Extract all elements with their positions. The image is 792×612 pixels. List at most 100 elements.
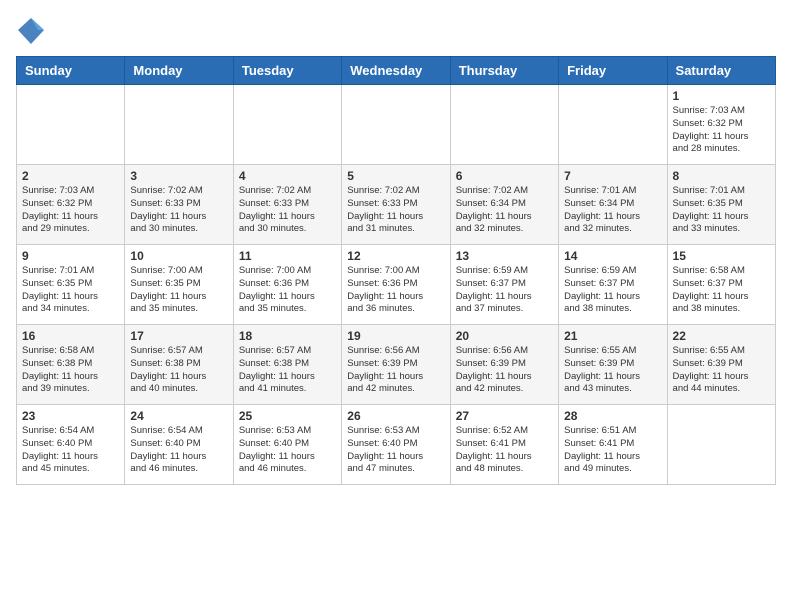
day-number: 24 [130,409,227,423]
day-info: Sunrise: 6:59 AM Sunset: 6:37 PM Dayligh… [564,265,661,316]
day-number: 14 [564,249,661,263]
day-info: Sunrise: 6:51 AM Sunset: 6:41 PM Dayligh… [564,425,661,476]
calendar-cell: 27Sunrise: 6:52 AM Sunset: 6:41 PM Dayli… [450,405,558,485]
calendar-cell [233,85,341,165]
day-number: 6 [456,169,553,183]
calendar-cell: 22 Sunrise: 6:55 AM Sunset: 6:39 PM Dayli… [667,325,775,405]
day-number: 23 [22,409,119,423]
calendar-cell: 2Sunrise: 7:03 AM Sunset: 6:32 PM Daylig… [17,165,125,245]
day-info: Sunrise: 6:56 AM Sunset: 6:39 PM Dayligh… [456,345,553,396]
day-info: Sunrise: 6:55 AM Sunset: 6:39 PM Dayligh… [673,345,770,396]
day-info: Sunrise: 6:57 AM Sunset: 6:38 PM Dayligh… [239,345,336,396]
day-number: 5 [347,169,444,183]
calendar-cell: 1 Sunrise: 7:03 AM Sunset: 6:32 PM Daylig… [667,85,775,165]
calendar-cell: 16 Sunrise: 6:58 AM Sunset: 6:38 PM Dayli… [17,325,125,405]
day-number: 8 [673,169,770,183]
weekday-header-wednesday: Wednesday [342,57,450,85]
calendar-cell: 21 Sunrise: 6:55 AM Sunset: 6:39 PM Dayli… [559,325,667,405]
logo-icon [16,16,46,46]
calendar-week-2: 2Sunrise: 7:03 AM Sunset: 6:32 PM Daylig… [17,165,776,245]
day-number: 3 [130,169,227,183]
day-number: 11 [239,249,336,263]
day-info: Sunrise: 6:54 AM Sunset: 6:40 PM Dayligh… [22,425,119,476]
calendar-cell: 10 Sunrise: 7:00 AM Sunset: 6:35 PM Dayli… [125,245,233,325]
day-info: Sunrise: 7:02 AM Sunset: 6:34 PM Dayligh… [456,185,553,236]
calendar-cell: 15 Sunrise: 6:58 AM Sunset: 6:37 PM Dayli… [667,245,775,325]
calendar-cell: 6 Sunrise: 7:02 AM Sunset: 6:34 PM Daylig… [450,165,558,245]
calendar-week-5: 23 Sunrise: 6:54 AM Sunset: 6:40 PM Dayli… [17,405,776,485]
calendar-cell [450,85,558,165]
day-number: 2 [22,169,119,183]
day-number: 17 [130,329,227,343]
day-info: Sunrise: 6:58 AM Sunset: 6:38 PM Dayligh… [22,345,119,396]
day-number: 28 [564,409,661,423]
day-number: 15 [673,249,770,263]
day-number: 10 [130,249,227,263]
weekday-header-saturday: Saturday [667,57,775,85]
calendar-week-4: 16 Sunrise: 6:58 AM Sunset: 6:38 PM Dayli… [17,325,776,405]
calendar-cell: 9 Sunrise: 7:01 AM Sunset: 6:35 PM Daylig… [17,245,125,325]
day-number: 20 [456,329,553,343]
calendar-cell: 5 Sunrise: 7:02 AM Sunset: 6:33 PM Daylig… [342,165,450,245]
calendar-cell: 12 Sunrise: 7:00 AM Sunset: 6:36 PM Dayli… [342,245,450,325]
calendar-cell [17,85,125,165]
day-info: Sunrise: 7:02 AM Sunset: 6:33 PM Dayligh… [347,185,444,236]
calendar-cell: 24 Sunrise: 6:54 AM Sunset: 6:40 PM Dayli… [125,405,233,485]
day-number: 13 [456,249,553,263]
weekday-header-friday: Friday [559,57,667,85]
day-info: Sunrise: 7:03 AM Sunset: 6:32 PM Dayligh… [673,105,770,156]
day-info: Sunrise: 7:00 AM Sunset: 6:36 PM Dayligh… [239,265,336,316]
day-number: 21 [564,329,661,343]
day-number: 27 [456,409,553,423]
day-number: 9 [22,249,119,263]
calendar-cell [667,405,775,485]
day-number: 26 [347,409,444,423]
logo [16,16,50,46]
day-number: 12 [347,249,444,263]
day-info: Sunrise: 7:02 AM Sunset: 6:33 PM Dayligh… [130,185,227,236]
day-info: Sunrise: 6:55 AM Sunset: 6:39 PM Dayligh… [564,345,661,396]
day-info: Sunrise: 6:58 AM Sunset: 6:37 PM Dayligh… [673,265,770,316]
day-number: 22 [673,329,770,343]
calendar-cell: 13Sunrise: 6:59 AM Sunset: 6:37 PM Dayli… [450,245,558,325]
day-info: Sunrise: 6:53 AM Sunset: 6:40 PM Dayligh… [239,425,336,476]
day-info: Sunrise: 7:00 AM Sunset: 6:36 PM Dayligh… [347,265,444,316]
calendar-cell: 7Sunrise: 7:01 AM Sunset: 6:34 PM Daylig… [559,165,667,245]
weekday-header-thursday: Thursday [450,57,558,85]
calendar-cell: 23 Sunrise: 6:54 AM Sunset: 6:40 PM Dayli… [17,405,125,485]
calendar-cell [342,85,450,165]
calendar-cell: 28 Sunrise: 6:51 AM Sunset: 6:41 PM Dayli… [559,405,667,485]
calendar-cell: 18 Sunrise: 6:57 AM Sunset: 6:38 PM Dayli… [233,325,341,405]
day-number: 25 [239,409,336,423]
weekday-header-tuesday: Tuesday [233,57,341,85]
day-number: 1 [673,89,770,103]
weekday-header-sunday: Sunday [17,57,125,85]
calendar-week-1: 1 Sunrise: 7:03 AM Sunset: 6:32 PM Daylig… [17,85,776,165]
day-info: Sunrise: 6:53 AM Sunset: 6:40 PM Dayligh… [347,425,444,476]
calendar-cell: 26 Sunrise: 6:53 AM Sunset: 6:40 PM Dayli… [342,405,450,485]
day-info: Sunrise: 6:54 AM Sunset: 6:40 PM Dayligh… [130,425,227,476]
day-number: 7 [564,169,661,183]
calendar-header-row: SundayMondayTuesdayWednesdayThursdayFrid… [17,57,776,85]
calendar-cell: 3 Sunrise: 7:02 AM Sunset: 6:33 PM Daylig… [125,165,233,245]
calendar-cell: 14 Sunrise: 6:59 AM Sunset: 6:37 PM Dayli… [559,245,667,325]
day-info: Sunrise: 6:57 AM Sunset: 6:38 PM Dayligh… [130,345,227,396]
day-number: 18 [239,329,336,343]
calendar-week-3: 9 Sunrise: 7:01 AM Sunset: 6:35 PM Daylig… [17,245,776,325]
day-info: Sunrise: 7:01 AM Sunset: 6:35 PM Dayligh… [673,185,770,236]
day-info: Sunrise: 7:00 AM Sunset: 6:35 PM Dayligh… [130,265,227,316]
day-info: Sunrise: 6:56 AM Sunset: 6:39 PM Dayligh… [347,345,444,396]
calendar-cell: 4Sunrise: 7:02 AM Sunset: 6:33 PM Daylig… [233,165,341,245]
calendar-cell [559,85,667,165]
calendar-cell: 17 Sunrise: 6:57 AM Sunset: 6:38 PM Dayli… [125,325,233,405]
day-info: Sunrise: 7:02 AM Sunset: 6:33 PM Dayligh… [239,185,336,236]
weekday-header-monday: Monday [125,57,233,85]
calendar-cell: 25 Sunrise: 6:53 AM Sunset: 6:40 PM Dayli… [233,405,341,485]
calendar-cell [125,85,233,165]
calendar-table: SundayMondayTuesdayWednesdayThursdayFrid… [16,56,776,485]
calendar-cell: 20 Sunrise: 6:56 AM Sunset: 6:39 PM Dayli… [450,325,558,405]
calendar-cell: 11 Sunrise: 7:00 AM Sunset: 6:36 PM Dayli… [233,245,341,325]
day-number: 16 [22,329,119,343]
page-header [16,16,776,46]
day-info: Sunrise: 7:01 AM Sunset: 6:35 PM Dayligh… [22,265,119,316]
